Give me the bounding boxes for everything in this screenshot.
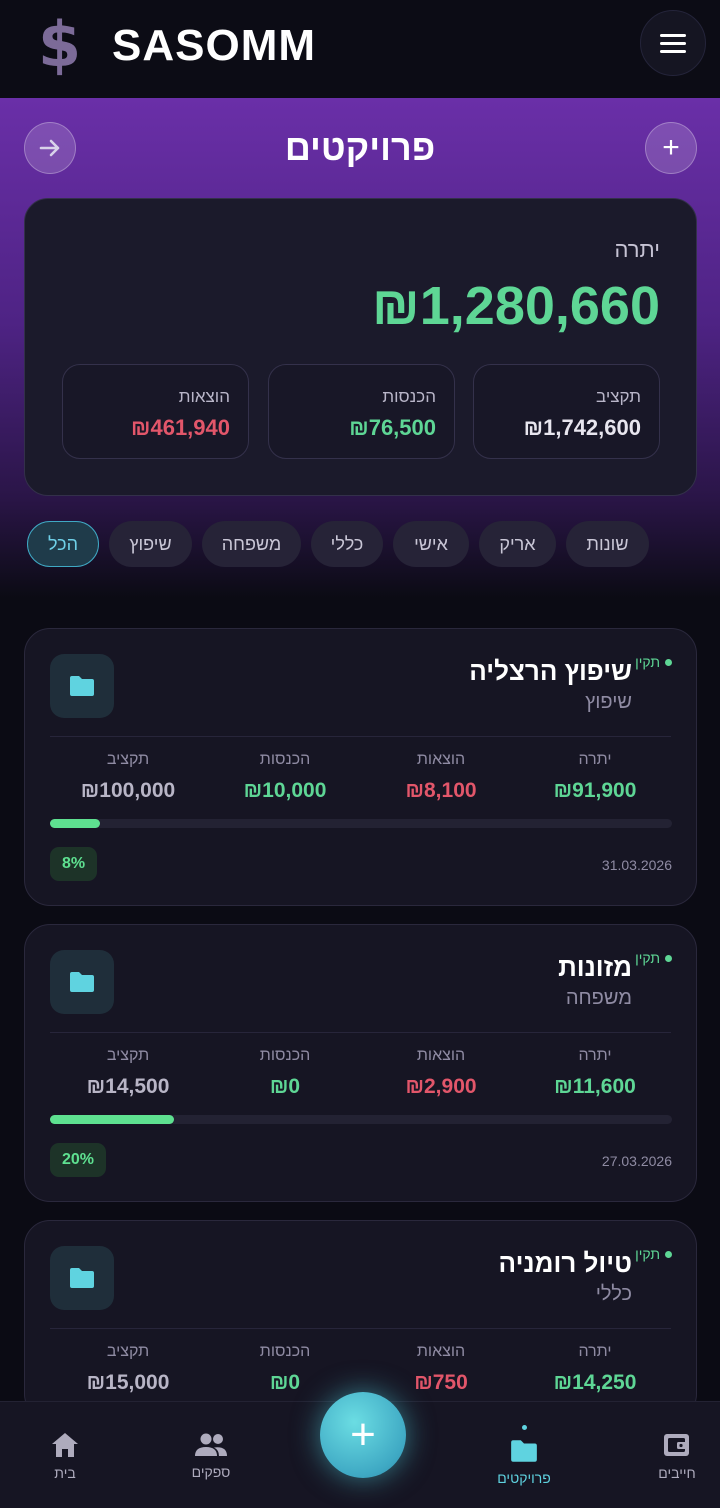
nav-home-label: בית (54, 1464, 76, 1481)
project-category: משפחה (565, 987, 632, 1009)
project-name: מזונות (558, 952, 632, 982)
nav-projects[interactable]: פרויקטים (469, 1402, 579, 1508)
project-card[interactable]: תקין שיפוץ הרצליה שיפוץ יתרה ₪91,900 הוצ… (24, 628, 697, 906)
percent-badge: 8% (50, 847, 98, 881)
stat-expenses: הוצאות ₪750 (414, 1343, 468, 1394)
project-card[interactable]: תקין מזונות משפחה יתרה ₪11,600 הוצאות ₪2… (24, 924, 697, 1202)
summary-card: יתרה ₪1,280,660 תקציב ₪1,742,600 הכנסות … (24, 198, 697, 496)
nav-projects-label: פרויקטים (497, 1470, 551, 1486)
progress-fill (50, 819, 100, 828)
progress-fill (50, 1115, 175, 1124)
project-date: 31.03.2026 (601, 857, 672, 873)
project-category: שיפוץ (585, 691, 632, 713)
progress-bar (50, 1115, 672, 1124)
folder-icon (70, 676, 94, 696)
income-value: ₪76,500 (349, 415, 436, 440)
filter-chip-all[interactable]: הכל (27, 521, 99, 567)
folder-icon (511, 1440, 537, 1462)
divider (50, 736, 671, 737)
divider (50, 1328, 671, 1329)
divider (50, 1032, 671, 1033)
status-dot (665, 658, 672, 666)
status-badge: תקין (635, 654, 672, 670)
stat-balance: יתרה ₪14,250 (553, 1343, 637, 1394)
hamburger-icon (660, 33, 686, 37)
project-name: טיול רומניה (498, 1248, 632, 1278)
people-icon (195, 1433, 227, 1456)
stat-expenses: הוצאות ₪2,900 (405, 1047, 477, 1098)
home-icon (52, 1432, 78, 1457)
top-bar: $ SASOMM (0, 0, 720, 98)
expenses-label: הוצאות (178, 387, 230, 406)
project-card[interactable]: תקין טיול רומניה כללי יתרה ₪14,250 הוצאו… (24, 1220, 697, 1420)
folder-icon (70, 1268, 94, 1288)
stat-budget: תקציב ₪100,000 (80, 751, 176, 802)
category-filter-bar: שונות אריק אישי כללי משפחה שיפוץ הכל (27, 521, 649, 567)
nav-suppliers[interactable]: ספקים (156, 1402, 266, 1508)
project-category: כללי (595, 1283, 632, 1305)
expenses-value: ₪461,940 (131, 415, 230, 440)
plus-icon: + (662, 131, 680, 164)
filter-chip[interactable]: אישי (393, 521, 469, 567)
income-card: הכנסות ₪76,500 (268, 364, 455, 459)
expenses-card: הוצאות ₪461,940 (62, 364, 249, 459)
add-project-button[interactable]: + (645, 122, 697, 174)
status-dot (665, 954, 672, 962)
brand-name: SASOMM (112, 21, 316, 70)
project-name: שיפוץ הרצליה (469, 656, 632, 686)
income-label: הכנסות (382, 387, 436, 406)
active-indicator (521, 1425, 527, 1430)
status-badge: תקין (635, 1246, 672, 1262)
project-folder-button[interactable] (50, 654, 114, 718)
hamburger-menu-button[interactable] (640, 10, 706, 76)
status-dot (665, 1250, 672, 1258)
nav-home[interactable]: בית (10, 1402, 120, 1508)
filter-chip[interactable]: שיפוץ (109, 521, 192, 567)
progress-bar (50, 819, 672, 828)
nav-suppliers-label: ספקים (191, 1463, 231, 1480)
dollar-logo-icon: $ (38, 8, 82, 81)
nav-debts-label: חייבים (658, 1464, 696, 1481)
project-folder-button[interactable] (50, 950, 114, 1014)
project-folder-button[interactable] (50, 1246, 114, 1310)
stat-income: הכנסות ₪0 (259, 1047, 311, 1098)
filter-chip[interactable]: כללי (311, 521, 383, 567)
project-date: 27.03.2026 (601, 1153, 672, 1169)
stat-budget: תקציב ₪15,000 (86, 1343, 170, 1394)
page-title: פרויקטים (284, 127, 436, 168)
folder-icon (70, 972, 94, 992)
budget-label: תקציב (596, 387, 641, 406)
wallet-icon (664, 1433, 689, 1456)
filter-chip[interactable]: שונות (566, 521, 649, 567)
stat-income: הכנסות ₪10,000 (243, 751, 327, 802)
status-badge: תקין (635, 950, 672, 966)
filter-chip[interactable]: משפחה (202, 521, 301, 567)
stat-balance: יתרה ₪11,600 (554, 1047, 636, 1098)
nav-debts[interactable]: חייבים (622, 1402, 720, 1508)
budget-value: ₪1,742,600 (523, 415, 641, 440)
filter-chip[interactable]: אריק (479, 521, 556, 567)
stat-expenses: הוצאות ₪8,100 (405, 751, 477, 802)
stat-balance: יתרה ₪91,900 (553, 751, 637, 802)
budget-card: תקציב ₪1,742,600 (473, 364, 660, 459)
balance-label: יתרה (614, 237, 660, 262)
stat-income: הכנסות ₪0 (259, 1343, 311, 1394)
balance-value: ₪1,280,660 (372, 276, 660, 336)
plus-icon: + (350, 1410, 376, 1459)
stat-budget: תקציב ₪14,500 (86, 1047, 170, 1098)
add-fab-button[interactable]: + (320, 1392, 406, 1478)
percent-badge: 20% (50, 1143, 107, 1177)
